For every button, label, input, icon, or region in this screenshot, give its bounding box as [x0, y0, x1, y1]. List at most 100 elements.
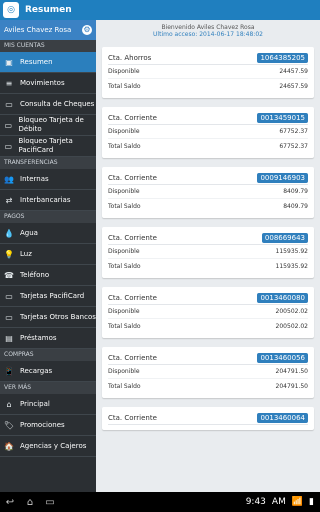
user-row[interactable]: Aviles Chavez Rosa ⚙	[0, 20, 96, 40]
clock-ampm: AM	[271, 497, 286, 507]
sidebar-item-agencias[interactable]: 🏠 Agencias y Cajeros	[0, 436, 96, 457]
sidebar-item-bloqueo-debito[interactable]: ▭ Bloqueo Tarjeta de Débito	[0, 115, 96, 136]
sidebar-item-label: Agencias y Cajeros	[20, 442, 87, 450]
account-card[interactable]: Cta. Corriente 0013460056 Disponible 204…	[102, 347, 314, 398]
account-row-saldo: Total Saldo 115935.92	[108, 259, 308, 273]
label-disponible: Disponible	[108, 368, 140, 375]
account-card[interactable]: Cta. Corriente 0013460064	[102, 407, 314, 430]
recent-apps-icon[interactable]: ▭	[40, 492, 60, 512]
sidebar-item-bloqueo-pacificard[interactable]: ▭ Bloqueo Tarjeta PacifiCard	[0, 136, 96, 157]
account-row-disponible: Disponible 67752.37	[108, 125, 308, 139]
page-title: Resumen	[25, 5, 72, 15]
sidebar-item-label: Bloqueo Tarjeta PacifiCard	[18, 137, 73, 154]
label-disponible: Disponible	[108, 68, 140, 75]
label-saldo: Total Saldo	[108, 202, 141, 210]
sidebar-item-recargas[interactable]: 📱 Recargas	[0, 361, 96, 382]
account-header: Cta. Corriente 0013460056	[108, 351, 308, 365]
section-mis-cuentas: MIS CUENTAS	[0, 40, 96, 52]
account-header: Cta. Corriente 0013460080	[108, 291, 308, 305]
account-header: Cta. Corriente 0013460064	[108, 411, 308, 425]
value-saldo: 200502.02	[275, 322, 308, 330]
user-name: Aviles Chavez Rosa	[4, 26, 72, 34]
value-disponible: 67752.37	[279, 128, 308, 135]
mobile-icon: 📱	[4, 366, 14, 376]
sidebar-item-principal[interactable]: ⌂ Principal	[0, 394, 96, 415]
sidebar-item-label: Interbancarias	[20, 196, 71, 204]
account-type: Cta. Corriente	[108, 233, 157, 242]
account-type: Cta. Corriente	[108, 413, 157, 422]
sidebar-item-internas[interactable]: 👥 Internas	[0, 169, 96, 190]
sidebar-item-resumen[interactable]: ▣ Resumen	[0, 52, 96, 73]
account-card[interactable]: Cta. Corriente 008669643 Disponible 1159…	[102, 227, 314, 278]
account-header: Cta. Corriente 008669643	[108, 231, 308, 245]
label-saldo: Total Saldo	[108, 142, 141, 150]
sidebar-item-agua[interactable]: 💧 Agua	[0, 223, 96, 244]
sidebar-item-label: Bloqueo Tarjeta de Débito	[18, 116, 84, 133]
gear-icon[interactable]: ⚙	[82, 25, 92, 35]
account-number: 0013460080	[257, 292, 308, 303]
welcome-text: Bienvenido Aviles Chavez Rosa	[161, 24, 255, 31]
app-logo-icon[interactable]: ◎	[3, 2, 19, 18]
account-card[interactable]: Cta. Corriente 0009146903 Disponible 840…	[102, 167, 314, 218]
label-disponible: Disponible	[108, 308, 140, 315]
section-pagos: PAGOS	[0, 211, 96, 223]
account-row-saldo: Total Saldo 8409.79	[108, 199, 308, 213]
account-card[interactable]: Cta. Ahorros 1064385205 Disponible 24457…	[102, 47, 314, 98]
home-nav-icon[interactable]: ⌂	[20, 492, 40, 512]
account-row-disponible: Disponible 115935.92	[108, 245, 308, 259]
account-row-saldo: Total Saldo 67752.37	[108, 139, 308, 153]
sidebar-item-label: Recargas	[20, 367, 53, 375]
section-transferencias: TRANSFERENCIAS	[0, 157, 96, 169]
back-icon[interactable]: ↩	[0, 492, 20, 512]
sidebar-item-label: Movimientos	[20, 79, 65, 87]
loan-icon: ▤	[5, 333, 13, 343]
label-disponible: Disponible	[108, 128, 140, 135]
sidebar-item-label: Luz	[20, 250, 32, 258]
account-type: Cta. Corriente	[108, 113, 157, 122]
value-disponible: 204791.50	[275, 368, 308, 375]
account-row-saldo: Total Saldo 204791.50	[108, 379, 308, 393]
sidebar-item-luz[interactable]: 💡 Luz	[0, 244, 96, 265]
label-saldo: Total Saldo	[108, 82, 141, 90]
label-saldo: Total Saldo	[108, 262, 141, 270]
account-row-disponible: Disponible 24457.59	[108, 65, 308, 79]
sidebar-item-movimientos[interactable]: ≡ Movimientos	[0, 73, 96, 94]
sidebar: Aviles Chavez Rosa ⚙ MIS CUENTAS ▣ Resum…	[0, 20, 96, 492]
account-card[interactable]: Cta. Corriente 0013459015 Disponible 677…	[102, 107, 314, 158]
battery-icon: ▮	[309, 497, 314, 507]
card-icon: ▭	[5, 291, 13, 301]
people-icon: 👥	[4, 174, 14, 184]
drop-icon: 💧	[4, 228, 14, 238]
sidebar-item-promociones[interactable]: 🏷 Promociones	[0, 415, 96, 436]
sidebar-item-interbancarias[interactable]: ⇄ Interbancarias	[0, 190, 96, 211]
system-status: 9:43 AM 📶 ▮	[246, 497, 320, 507]
value-saldo: 24657.59	[279, 82, 308, 90]
value-saldo: 8409.79	[283, 202, 308, 210]
sidebar-item-label: Internas	[20, 175, 49, 183]
sidebar-item-label: Resumen	[20, 58, 53, 66]
card-icon: ▭	[4, 141, 13, 151]
tag-icon: 🏷	[3, 420, 15, 430]
label-disponible: Disponible	[108, 188, 140, 195]
account-row-saldo: Total Saldo 24657.59	[108, 79, 308, 93]
section-ver-mas: VER MÁS	[0, 382, 96, 394]
sidebar-item-tarjetas-otros[interactable]: ▭ Tarjetas Otros Bancos	[0, 307, 96, 328]
sidebar-item-label: Consulta de Cheques	[20, 100, 95, 108]
last-access-text: Ultimo acceso: 2014-06-17 18:48:02	[153, 31, 263, 38]
sidebar-item-label: Tarjetas Otros Bancos	[20, 313, 96, 321]
wifi-icon: 📶	[291, 497, 304, 507]
account-row-disponible: Disponible 200502.02	[108, 305, 308, 319]
value-disponible: 200502.02	[275, 308, 308, 315]
account-card[interactable]: Cta. Corriente 0013460080 Disponible 200…	[102, 287, 314, 338]
card-icon: ▭	[4, 120, 13, 130]
sidebar-item-label: Promociones	[20, 421, 65, 429]
account-type: Cta. Ahorros	[108, 53, 152, 62]
sidebar-item-prestamos[interactable]: ▤ Préstamos	[0, 328, 96, 349]
sidebar-item-cheques[interactable]: ▭ Consulta de Cheques	[0, 94, 96, 115]
account-number: 0009146903	[257, 172, 308, 183]
account-header: Cta. Ahorros 1064385205	[108, 51, 308, 65]
account-row-disponible: Disponible 8409.79	[108, 185, 308, 199]
sidebar-item-tarjetas-pacificard[interactable]: ▭ Tarjetas PacifiCard	[0, 286, 96, 307]
sidebar-item-label: Tarjetas PacifiCard	[20, 292, 85, 300]
sidebar-item-telefono[interactable]: ☎ Teléfono	[0, 265, 96, 286]
